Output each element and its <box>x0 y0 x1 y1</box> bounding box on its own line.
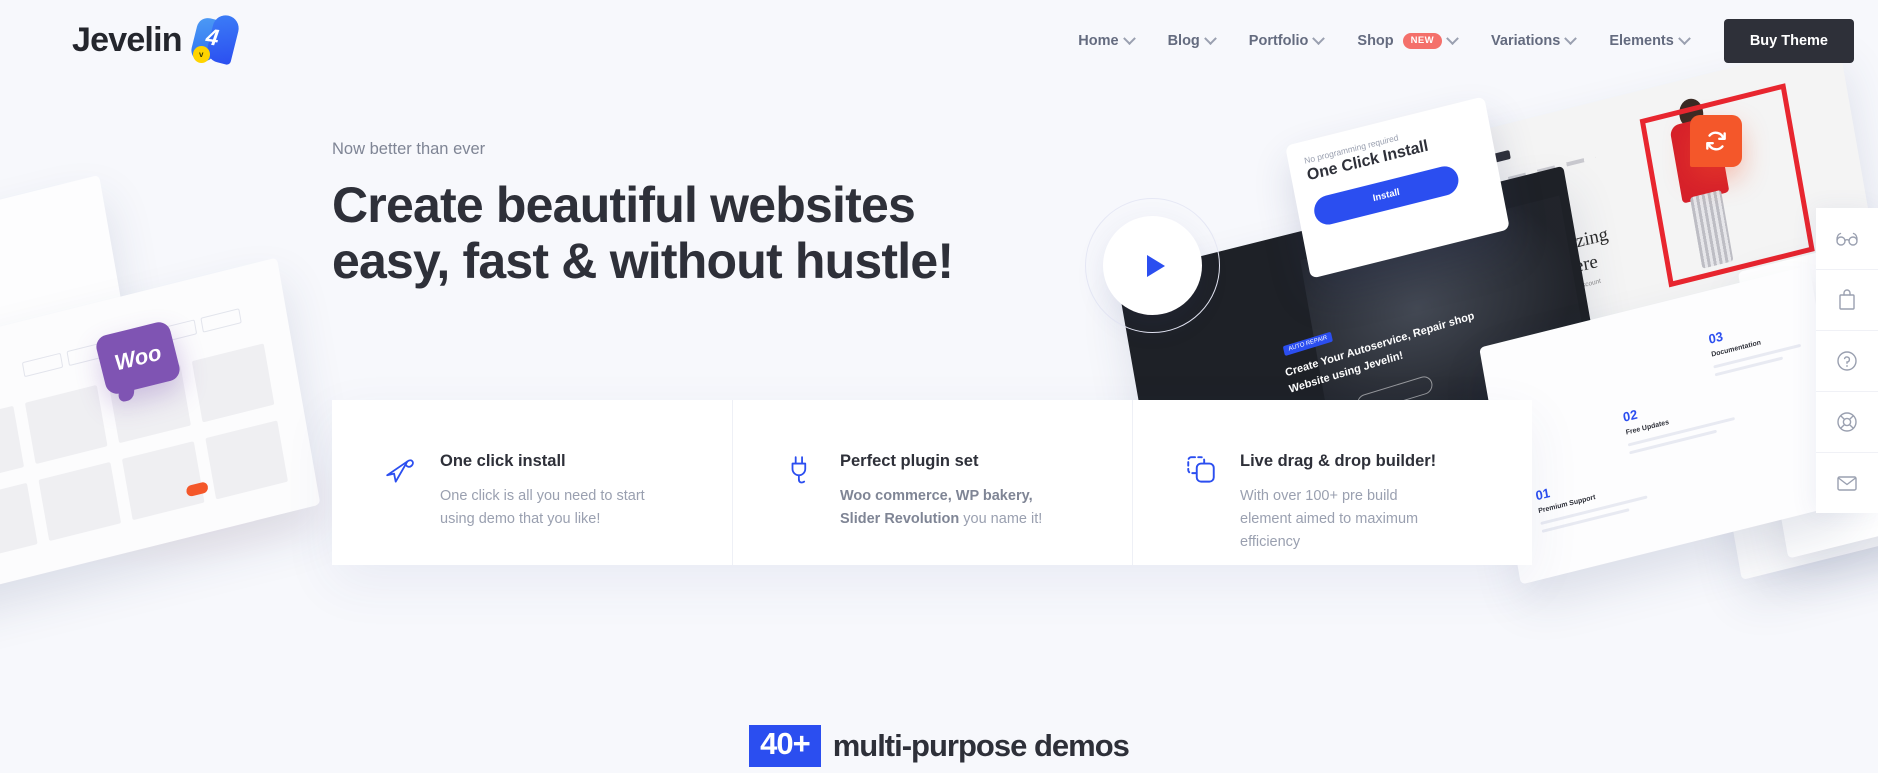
feature-card-body-line2: Slider Revolution <box>840 511 960 528</box>
paper-plane-icon <box>384 452 418 565</box>
page-root: Jevelin 4 v Home Blog Portfolio Shop NEW… <box>0 0 1878 773</box>
hero-copy: Now better than ever Create beautiful we… <box>332 140 954 289</box>
feature-card-one-click-install[interactable]: One click install One click is all you n… <box>332 400 732 565</box>
rail-item-glasses[interactable] <box>1816 208 1878 269</box>
rail-item-support[interactable] <box>1816 391 1878 452</box>
nav-label: Home <box>1078 33 1119 49</box>
logo-text: Jevelin <box>72 21 183 59</box>
drag-drop-icon <box>1184 452 1218 565</box>
feature-card-body: One click is all you need to start using… <box>440 485 645 531</box>
feature-card-body: Woo commerce, WP bakery, Slider Revoluti… <box>840 485 1042 531</box>
nav-item-shop[interactable]: Shop NEW <box>1340 0 1474 82</box>
feature-cards: One click install One click is all you n… <box>332 400 1532 565</box>
feature-card-body-line1: One click is all you need to start <box>440 488 645 504</box>
chevron-down-icon <box>1312 31 1326 45</box>
nav-item-elements[interactable]: Elements <box>1592 0 1705 82</box>
glasses-icon <box>1836 232 1858 246</box>
feature-card-text: Perfect plugin set Woo commerce, WP bake… <box>840 452 1042 565</box>
feature-card-text: Live drag & drop builder! With over 100+… <box>1240 452 1436 565</box>
hero-title-line-2: easy, fast & without hustle! <box>332 233 954 289</box>
feature-card-body: With over 100+ pre build element aimed t… <box>1240 485 1436 555</box>
left-collage: FACTS ABOUT COMPANY Check out what's new… <box>0 174 340 609</box>
rail-item-shopping-bag[interactable] <box>1816 269 1878 330</box>
logo-dot-icon: v <box>192 46 210 63</box>
mail-icon <box>1837 476 1857 491</box>
nav-item-variations[interactable]: Variations <box>1474 0 1592 82</box>
woo-label: Woo <box>111 339 164 376</box>
question-icon <box>1837 351 1857 371</box>
collage-step-number: 02 <box>1621 406 1639 425</box>
feature-card-body-line1: Woo commerce, WP bakery, <box>840 488 1033 504</box>
plug-icon <box>784 452 818 565</box>
new-badge: NEW <box>1402 33 1443 49</box>
lifering-icon <box>1837 412 1857 432</box>
feature-card-title: Live drag & drop builder! <box>1240 452 1437 470</box>
feature-card-live-drag-drop-builder[interactable]: Live drag & drop builder! With over 100+… <box>1132 400 1532 565</box>
feature-card-body-line2: using demo that you like! <box>440 511 601 528</box>
play-button-inner <box>1103 216 1202 315</box>
collage-step-number: 01 <box>1534 484 1552 504</box>
feature-card-text: One click install One click is all you n… <box>440 452 645 565</box>
hero-eyebrow: Now better than ever <box>332 140 486 158</box>
chevron-down-icon <box>1677 31 1691 45</box>
nav-label: Elements <box>1609 33 1674 49</box>
logo-mark-icon: 4 v <box>188 12 242 66</box>
site-header: Jevelin 4 v Home Blog Portfolio Shop NEW… <box>0 0 1878 82</box>
rail-item-mail[interactable] <box>1816 452 1878 513</box>
nav-item-portfolio[interactable]: Portfolio <box>1232 0 1341 82</box>
play-icon <box>1146 254 1165 277</box>
feature-card-title: Perfect plugin set <box>840 452 979 470</box>
nav-label: Blog <box>1167 33 1200 49</box>
feature-card-body-line3: efficiency <box>1240 534 1301 551</box>
feature-card-title: One click install <box>440 452 566 470</box>
nav-item-blog[interactable]: Blog <box>1151 0 1232 82</box>
feature-card-body-line2: element aimed to maximum <box>1240 511 1419 528</box>
feature-card-body-line2-tail: you name it! <box>959 511 1043 528</box>
demos-headline: 40+ multi-purpose demos <box>0 725 1878 767</box>
video-play-button[interactable] <box>1085 198 1220 333</box>
nav-label: Variations <box>1491 33 1561 49</box>
nav-item-home[interactable]: Home <box>1061 0 1150 82</box>
feature-card-body-line1: With over 100+ pre build <box>1240 488 1398 504</box>
chevron-down-icon <box>1203 31 1217 45</box>
nav-label: Portfolio <box>1248 33 1309 49</box>
demos-count-badge: 40+ <box>749 725 821 767</box>
collage-step-number: 03 <box>1707 328 1725 347</box>
refresh-icon <box>1690 115 1742 167</box>
bag-icon <box>1839 289 1855 310</box>
main-navigation: Home Blog Portfolio Shop NEW Variations <box>1061 0 1854 82</box>
logo[interactable]: Jevelin 4 v <box>72 12 242 66</box>
buy-theme-button[interactable]: Buy Theme <box>1723 19 1854 63</box>
demos-headline-text: multi-purpose demos <box>832 727 1130 763</box>
chevron-down-icon <box>1122 31 1136 45</box>
rail-item-help[interactable] <box>1816 330 1878 391</box>
feature-card-perfect-plugin-set[interactable]: Perfect plugin set Woo commerce, WP bake… <box>732 400 1132 565</box>
hero-title-line-1: Create beautiful websites <box>332 177 916 233</box>
chevron-down-icon <box>1446 31 1459 45</box>
chevron-down-icon <box>1564 31 1578 45</box>
side-icon-rail <box>1816 208 1878 513</box>
nav-label: Shop <box>1357 33 1394 49</box>
